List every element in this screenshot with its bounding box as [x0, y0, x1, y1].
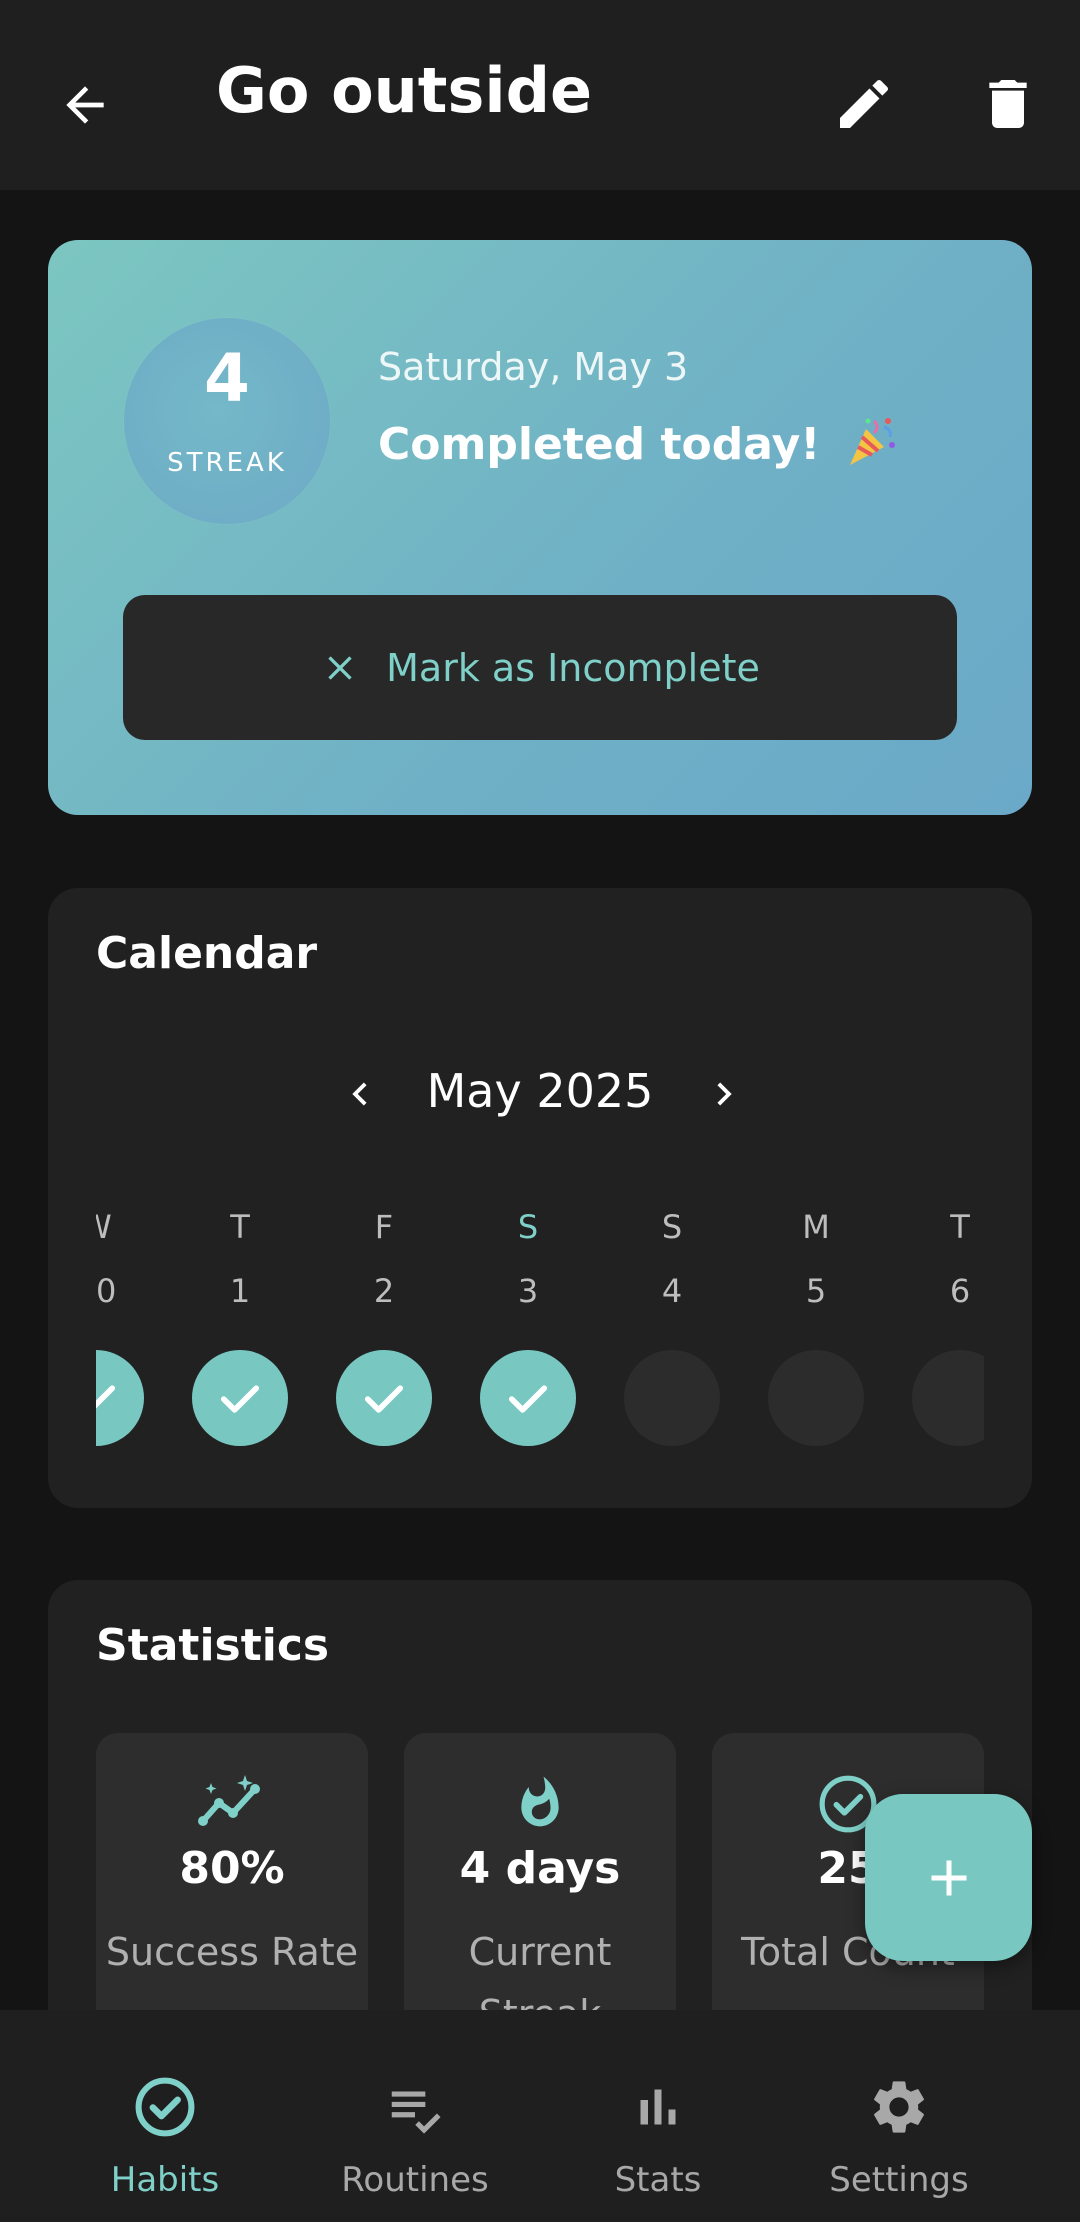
success-rate-label: Success Rate — [105, 1930, 359, 1974]
app-bar: Go outside — [0, 0, 1080, 190]
mark-incomplete-label: Mark as Incomplete — [386, 645, 760, 690]
flame-icon — [404, 1773, 676, 1833]
day-completed-toggle[interactable] — [336, 1350, 432, 1446]
nav-label-settings: Settings — [829, 2160, 969, 2200]
day-incomplete-toggle[interactable] — [768, 1350, 864, 1446]
bar-chart-icon — [533, 2072, 783, 2142]
calendar-day[interactable]: F2 — [336, 1208, 432, 1448]
calendar-title: Calendar — [96, 928, 318, 979]
calendar-day[interactable]: M5 — [768, 1208, 864, 1448]
calendar-day[interactable]: S3 — [480, 1208, 576, 1448]
day-number-label: 6 — [949, 1272, 971, 1310]
plus-icon — [931, 1860, 966, 1895]
checkmark-icon — [508, 1385, 548, 1413]
current-streak-value: 4 days — [459, 1843, 621, 1894]
day-completed-toggle[interactable] — [480, 1350, 576, 1446]
chevron-right-icon[interactable] — [694, 1064, 754, 1124]
nav-item-routines[interactable]: Routines — [290, 2010, 540, 2222]
statistics-title: Statistics — [96, 1620, 330, 1671]
checkmark-icon — [364, 1385, 404, 1413]
mark-incomplete-button[interactable]: Mark as Incomplete — [123, 595, 957, 740]
day-number-label: 3 — [517, 1272, 539, 1310]
day-of-week-label: T — [950, 1208, 970, 1246]
check-circle-icon — [40, 2072, 290, 2142]
calendar-day[interactable]: S4 — [624, 1208, 720, 1448]
current-date: Saturday, May 3 — [378, 345, 689, 389]
streak-count: 4 — [204, 340, 250, 417]
day-number-label: 1 — [229, 1272, 251, 1310]
streak-label: STREAK — [167, 448, 287, 478]
day-of-week-label: W — [96, 1208, 144, 1246]
calendar-day[interactable]: T1 — [192, 1208, 288, 1448]
checkmark-icon — [220, 1385, 260, 1413]
playlist-check-icon — [290, 2072, 540, 2142]
day-of-week-label: S — [517, 1208, 539, 1246]
page-title: Go outside — [216, 54, 593, 127]
calendar-day[interactable]: W 30 — [96, 1208, 144, 1448]
calendar-day[interactable]: T6 — [912, 1208, 984, 1448]
completion-status-text: Completed today! — [378, 419, 821, 470]
day-completed-toggle[interactable] — [96, 1350, 144, 1446]
completion-status: Completed today! — [378, 415, 898, 470]
edit-pencil-icon[interactable] — [828, 68, 900, 140]
nav-item-stats[interactable]: Stats — [533, 2010, 783, 2222]
day-of-week-label: F — [374, 1208, 394, 1246]
day-incomplete-toggle[interactable] — [624, 1350, 720, 1446]
nav-label-routines: Routines — [341, 2160, 489, 2200]
day-incomplete-toggle[interactable] — [912, 1350, 984, 1446]
nav-label-habits: Habits — [110, 2160, 220, 2200]
day-of-week-label: T — [230, 1208, 250, 1246]
checkmark-icon — [96, 1385, 116, 1409]
day-number-label: 4 — [661, 1272, 683, 1310]
add-fab-button[interactable] — [865, 1794, 1032, 1961]
delete-trash-icon[interactable] — [972, 68, 1044, 140]
party-popper-icon — [844, 415, 898, 469]
bottom-navigation: Habits Routines Stats Settings — [0, 2010, 1080, 2222]
month-navigator: May 2025 — [48, 1058, 1032, 1128]
day-of-week-label: M — [802, 1208, 830, 1246]
trending-up-icon — [96, 1773, 368, 1833]
calendar-card: Calendar May 2025 W30T1F2S3S4M5T6 — [48, 888, 1032, 1508]
close-x-icon — [328, 655, 352, 680]
day-number-label: 30 — [96, 1272, 117, 1310]
nav-item-settings[interactable]: Settings — [774, 2010, 1024, 2222]
success-rate-value: 80% — [179, 1843, 285, 1894]
nav-item-habits[interactable]: Habits — [40, 2010, 290, 2222]
nav-label-stats: Stats — [614, 2160, 702, 2200]
day-completed-toggle[interactable] — [192, 1350, 288, 1446]
back-arrow-icon[interactable] — [50, 70, 120, 140]
day-of-week-label: S — [661, 1208, 683, 1246]
week-strip: W30T1F2S3S4M5T6 — [96, 1208, 984, 1448]
day-number-label: 2 — [373, 1272, 395, 1310]
gear-icon — [774, 2072, 1024, 2142]
month-label: May 2025 — [426, 1064, 654, 1118]
day-number-label: 5 — [805, 1272, 827, 1310]
